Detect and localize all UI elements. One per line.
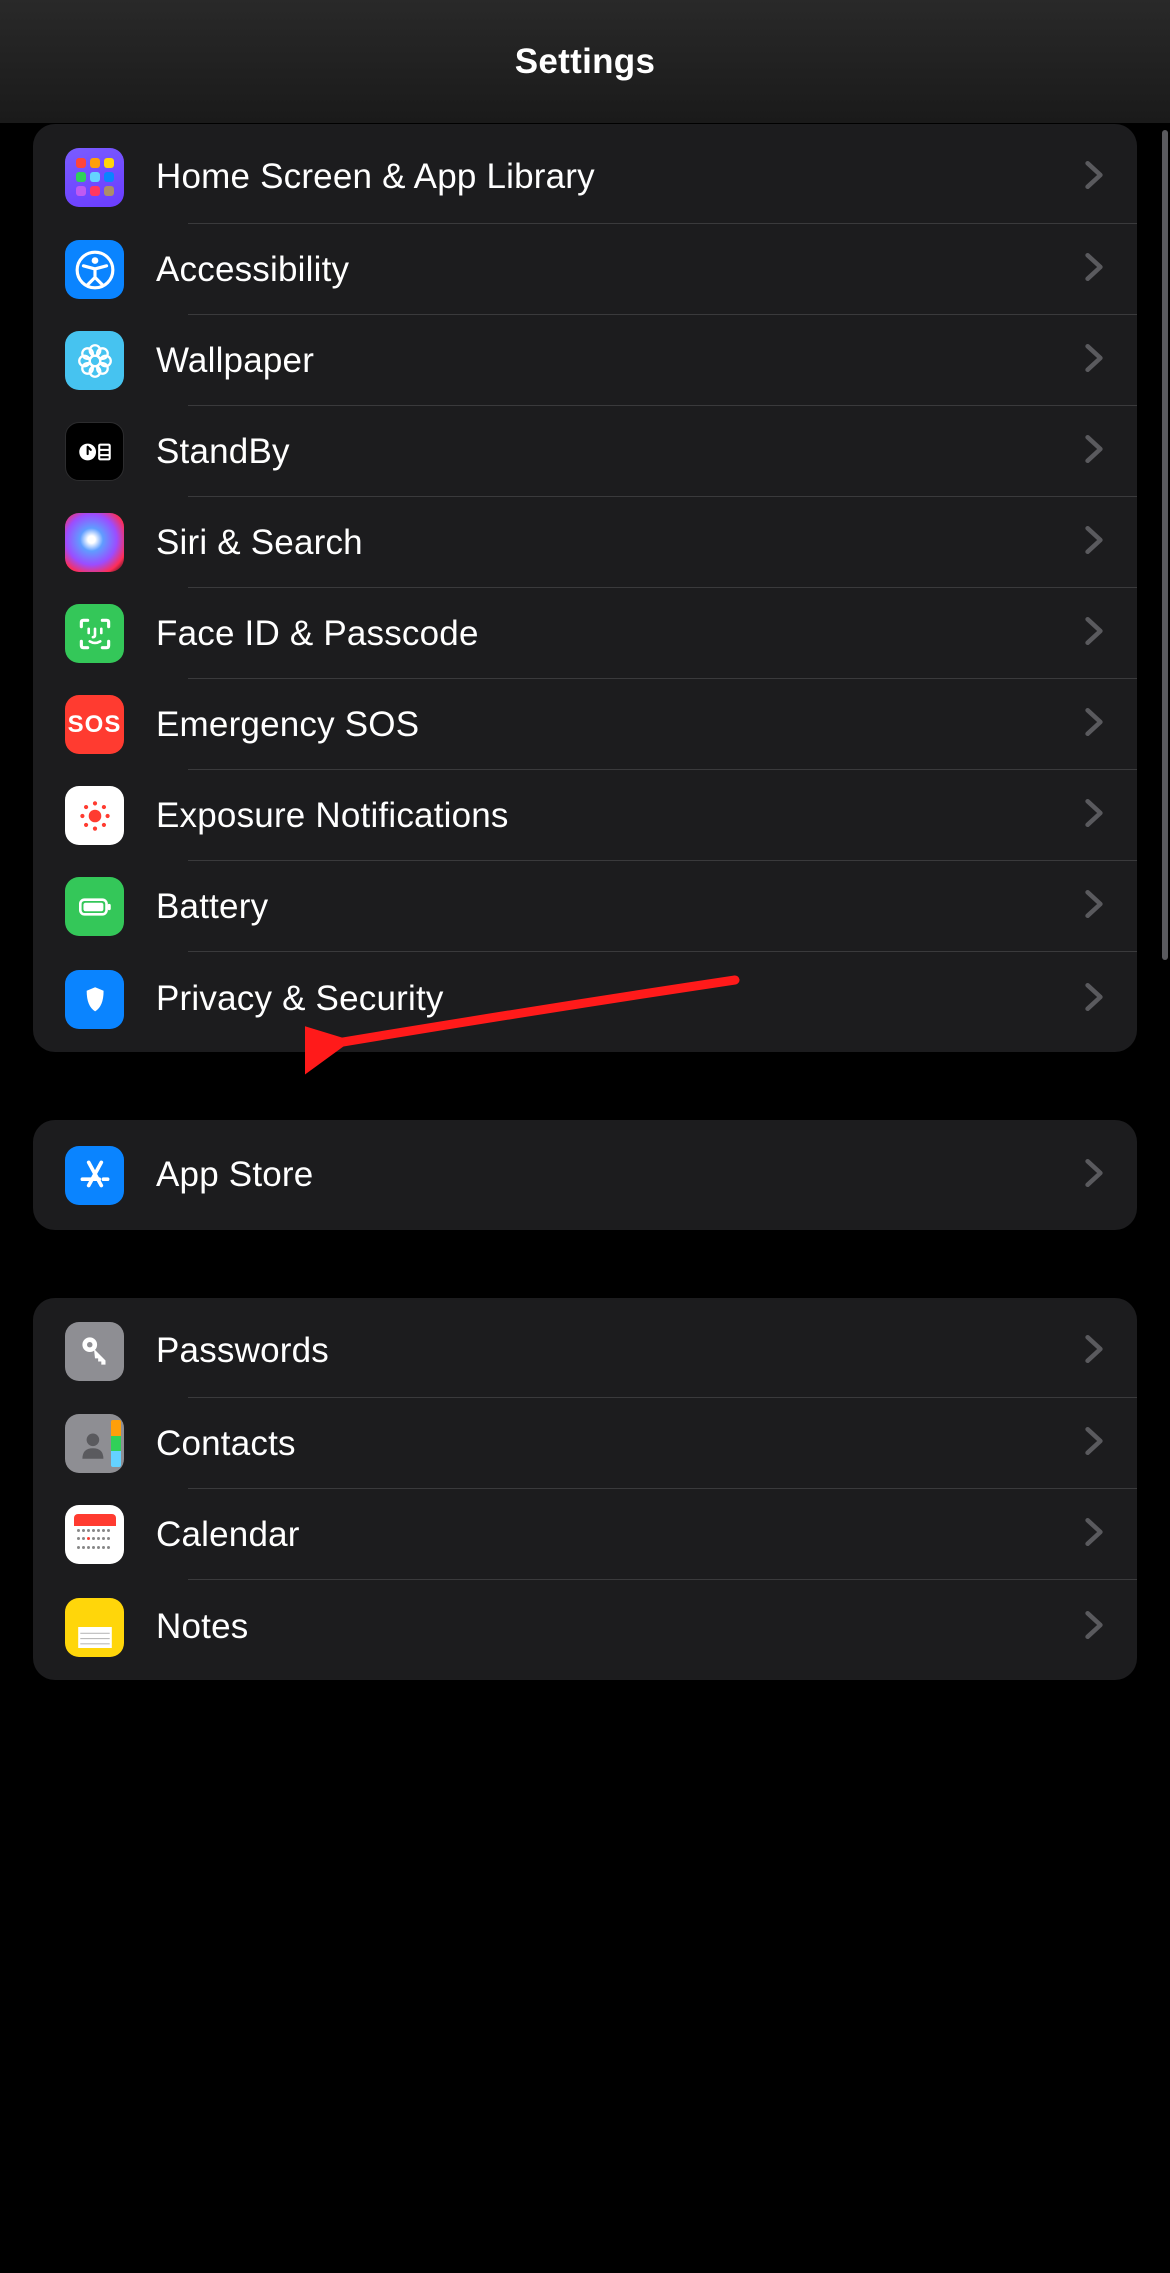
accessibility-icon [65, 240, 124, 299]
passwords-icon [65, 1322, 124, 1381]
sos-icon: SOS [65, 695, 124, 754]
row-faceid[interactable]: Face ID & Passcode [33, 588, 1137, 679]
exposure-icon [65, 786, 124, 845]
row-label: Face ID & Passcode [156, 614, 1083, 654]
row-label: Wallpaper [156, 341, 1083, 381]
row-battery[interactable]: Battery [33, 861, 1137, 952]
row-accessibility[interactable]: Accessibility [33, 224, 1137, 315]
chevron-right-icon [1083, 343, 1105, 378]
settings-group-general: Home Screen & App Library Accessibility … [33, 124, 1137, 1052]
sos-icon-text: SOS [68, 711, 122, 739]
header: Settings [0, 0, 1170, 124]
row-calendar[interactable]: Calendar [33, 1489, 1137, 1580]
row-label: Emergency SOS [156, 705, 1083, 745]
row-emergency-sos[interactable]: SOS Emergency SOS [33, 679, 1137, 770]
contacts-icon [65, 1414, 124, 1473]
privacy-icon [65, 970, 124, 1029]
wallpaper-icon [65, 331, 124, 390]
row-label: Accessibility [156, 250, 1083, 290]
chevron-right-icon [1083, 798, 1105, 833]
row-wallpaper[interactable]: Wallpaper [33, 315, 1137, 406]
chevron-right-icon [1083, 1517, 1105, 1552]
row-standby[interactable]: StandBy [33, 406, 1137, 497]
chevron-right-icon [1083, 1426, 1105, 1461]
row-label: Home Screen & App Library [156, 157, 1083, 197]
row-notes[interactable]: Notes [33, 1580, 1137, 1680]
row-siri[interactable]: Siri & Search [33, 497, 1137, 588]
row-label: Battery [156, 887, 1083, 927]
faceid-icon [65, 604, 124, 663]
chevron-right-icon [1083, 707, 1105, 742]
appstore-icon [65, 1146, 124, 1205]
row-exposure-notifications[interactable]: Exposure Notifications [33, 770, 1137, 861]
chevron-right-icon [1083, 1158, 1105, 1193]
calendar-icon [65, 1505, 124, 1564]
chevron-right-icon [1083, 525, 1105, 560]
scrollbar[interactable] [1162, 130, 1168, 960]
row-contacts[interactable]: Contacts [33, 1398, 1137, 1489]
chevron-right-icon [1083, 982, 1105, 1017]
row-privacy[interactable]: Privacy & Security [33, 952, 1137, 1052]
row-home-screen[interactable]: Home Screen & App Library [33, 124, 1137, 224]
row-app-store[interactable]: App Store [33, 1120, 1137, 1230]
home-screen-icon [65, 148, 124, 207]
row-label: StandBy [156, 432, 1083, 472]
chevron-right-icon [1083, 160, 1105, 195]
row-label: Notes [156, 1607, 1083, 1647]
battery-icon [65, 877, 124, 936]
settings-group-appstore: App Store [33, 1120, 1137, 1230]
row-label: Calendar [156, 1515, 1083, 1555]
settings-group-apps: Passwords Contacts [33, 1298, 1137, 1680]
page-title: Settings [515, 42, 655, 82]
row-label: Siri & Search [156, 523, 1083, 563]
notes-icon [65, 1598, 124, 1657]
chevron-right-icon [1083, 434, 1105, 469]
chevron-right-icon [1083, 616, 1105, 651]
row-label: Contacts [156, 1424, 1083, 1464]
chevron-right-icon [1083, 1610, 1105, 1645]
settings-list: Home Screen & App Library Accessibility … [0, 124, 1170, 2273]
row-label: App Store [156, 1155, 1083, 1195]
row-passwords[interactable]: Passwords [33, 1298, 1137, 1398]
row-label: Privacy & Security [156, 979, 1083, 1019]
row-label: Exposure Notifications [156, 796, 1083, 836]
chevron-right-icon [1083, 889, 1105, 924]
chevron-right-icon [1083, 252, 1105, 287]
row-label: Passwords [156, 1331, 1083, 1371]
chevron-right-icon [1083, 1334, 1105, 1369]
standby-icon [65, 422, 124, 481]
siri-icon [65, 513, 124, 572]
